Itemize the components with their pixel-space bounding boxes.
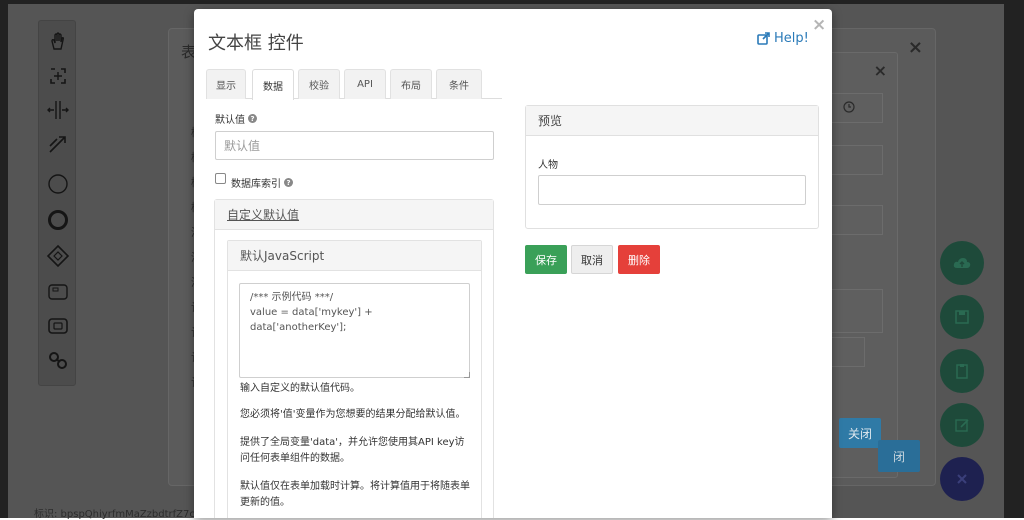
- help-link-label: Help!: [774, 31, 809, 46]
- preview-title: 预览: [526, 106, 818, 136]
- background-dialog-close[interactable]: ×: [908, 37, 923, 58]
- help-link[interactable]: Help!: [757, 31, 809, 46]
- delete-button[interactable]: 删除: [618, 245, 660, 274]
- db-index-label-text: 数据库索引: [231, 179, 281, 190]
- modal-close-button[interactable]: ×: [812, 15, 826, 35]
- tab-data[interactable]: 数据: [252, 69, 294, 100]
- link-icon[interactable]: [45, 347, 71, 373]
- clipboard-icon: [956, 364, 968, 379]
- fab-cloud-upload[interactable]: [940, 241, 984, 285]
- thick-circle-icon[interactable]: [45, 207, 71, 233]
- preview-field-input[interactable]: [538, 175, 806, 205]
- tab-display[interactable]: 显示: [206, 69, 246, 99]
- circle-icon[interactable]: [45, 171, 71, 197]
- clock-icon: [843, 101, 855, 113]
- help-text: 输入自定义的默认值代码。: [240, 383, 360, 394]
- tab-layout[interactable]: 布局: [390, 69, 432, 99]
- fab-clipboard[interactable]: [940, 349, 984, 393]
- gateway-icon[interactable]: [45, 243, 71, 269]
- preview-panel: 预览 人物: [525, 105, 819, 229]
- help-text: 默认值仅在表单加载时计算。将计算值用于将随表单更新的值。: [240, 481, 470, 508]
- fab-save[interactable]: [940, 295, 984, 339]
- resize-handle-icon[interactable]: [464, 372, 470, 378]
- edit-icon: [955, 419, 969, 432]
- default-javascript-title: 默认JavaScript: [228, 241, 481, 271]
- default-value-label-text: 默认值: [215, 115, 245, 126]
- save-button[interactable]: 保存: [525, 245, 567, 274]
- component-tabs: 显示 数据 校验 API 布局 条件: [206, 69, 502, 100]
- connect-icon[interactable]: [45, 131, 71, 157]
- background-field: [831, 93, 883, 123]
- question-circle-icon[interactable]: ?: [284, 178, 293, 187]
- default-javascript-panel: 默认JavaScript /*** 示例代码 ***/ value = data…: [227, 240, 482, 518]
- subprocess-icon[interactable]: [45, 313, 71, 339]
- tool-palette: [38, 20, 76, 386]
- cloud-upload-icon: [953, 258, 971, 268]
- question-circle-icon[interactable]: ?: [248, 114, 257, 123]
- task-icon[interactable]: [45, 279, 71, 305]
- background-field: [831, 145, 883, 175]
- modal-title: 文本框 控件: [208, 33, 304, 54]
- default-javascript-editor[interactable]: /*** 示例代码 ***/ value = data['mykey'] + d…: [239, 283, 470, 378]
- close-icon: [957, 474, 967, 484]
- background-field: [831, 205, 883, 235]
- background-close-button[interactable]: 关闭: [839, 418, 881, 448]
- db-index-checkbox[interactable]: [215, 173, 226, 184]
- tab-conditional[interactable]: 条件: [436, 69, 482, 99]
- fab-edit[interactable]: [940, 403, 984, 447]
- background-field: [831, 289, 883, 333]
- textfield-component-modal: 文本框 控件 Help! × 显示 数据 校验 API 布局 条件 默认值 ? …: [194, 9, 832, 518]
- marquee-icon[interactable]: [45, 63, 71, 89]
- help-text: 您必须将'值'变量作为您想要的结果分配给默认值。: [240, 409, 466, 420]
- db-index-label: 数据库索引 ?: [231, 175, 293, 190]
- tab-validation[interactable]: 校验: [298, 69, 340, 99]
- custom-default-panel: 自定义默认值 默认JavaScript /*** 示例代码 ***/ value…: [214, 199, 494, 518]
- tab-api[interactable]: API: [344, 69, 386, 99]
- save-icon: [955, 310, 969, 324]
- preview-field-label: 人物: [538, 160, 558, 171]
- cancel-button[interactable]: 取消: [571, 245, 613, 274]
- external-link-icon: [757, 32, 770, 45]
- hand-icon[interactable]: [45, 29, 71, 55]
- background-close-button-2[interactable]: 闭: [878, 440, 920, 472]
- default-value-input[interactable]: [215, 131, 494, 160]
- custom-default-toggle[interactable]: 自定义默认值: [215, 200, 493, 230]
- default-value-label: 默认值 ?: [215, 111, 257, 126]
- background-dialog-secondary-close[interactable]: ×: [874, 61, 887, 80]
- space-icon[interactable]: [45, 97, 71, 123]
- help-text: 提供了全局变量'data'，并允许您使用其API key访问任何表单组件的数据。: [240, 437, 465, 464]
- fab-close[interactable]: [940, 457, 984, 501]
